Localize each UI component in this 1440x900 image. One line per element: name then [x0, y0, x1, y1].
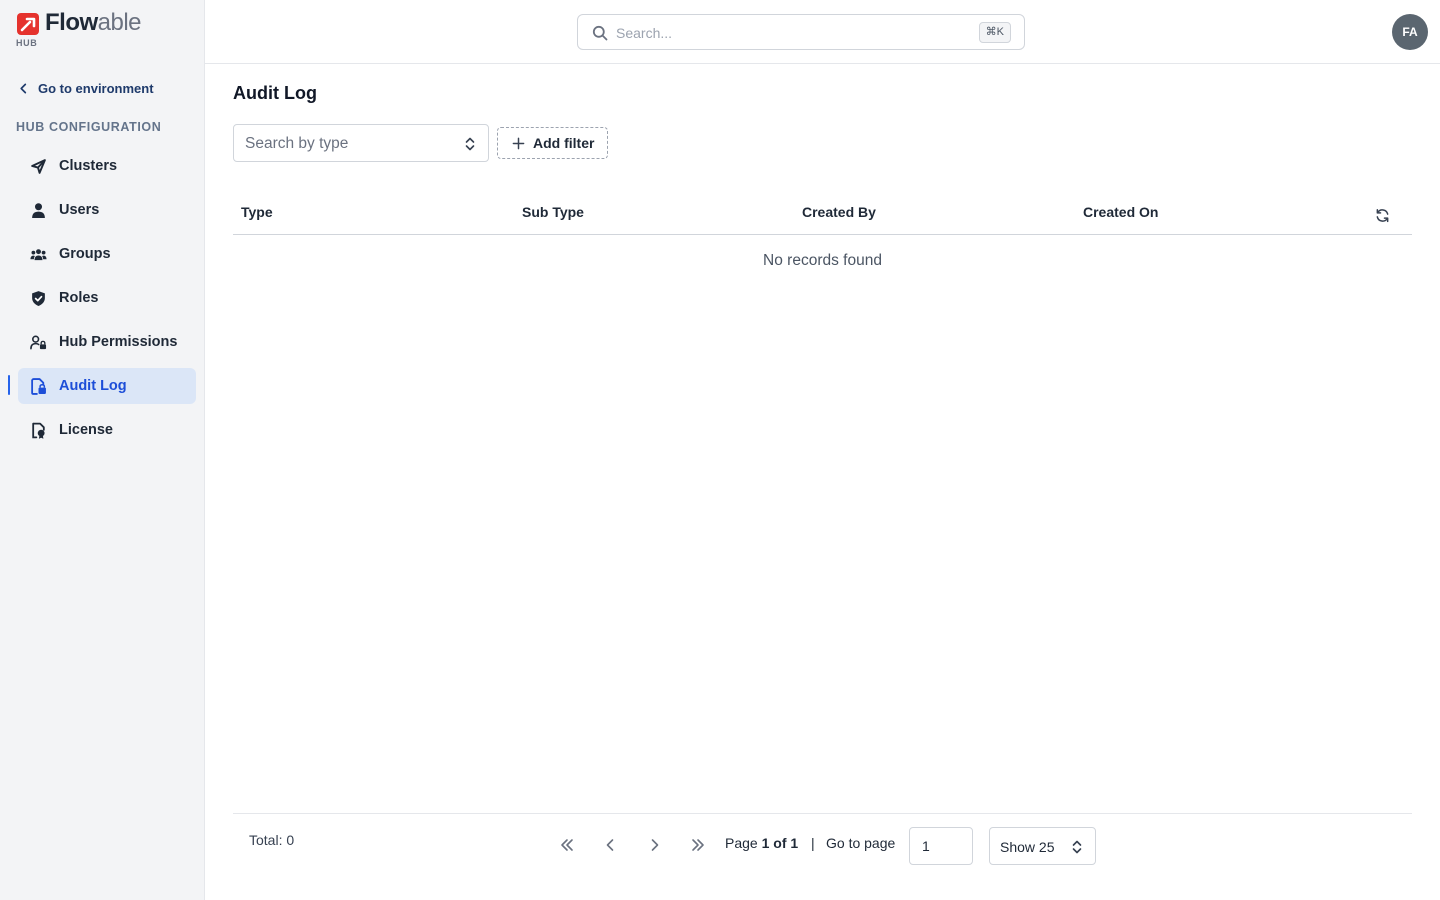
sidebar-item-label: Clusters — [59, 158, 118, 174]
sidebar-item-roles[interactable]: Roles — [18, 280, 196, 316]
sidebar-item-clusters[interactable]: Clusters — [18, 148, 196, 184]
share-nodes-icon — [31, 158, 46, 174]
audit-log-table: Type Sub Type Created By Created On No r… — [233, 190, 1412, 269]
pagination-bar: Total: 0 Page 1 of 1 | Go to page Show 2… — [233, 813, 1412, 900]
sidebar-item-hub-permissions[interactable]: Hub Permissions — [18, 324, 196, 360]
page-size-select[interactable]: Show 25 — [989, 827, 1096, 865]
license-icon — [32, 422, 45, 439]
active-nav-indicator — [8, 375, 10, 395]
sidebar-item-audit-log[interactable]: Audit Log — [18, 368, 196, 404]
go-to-page-input[interactable] — [909, 827, 973, 865]
sidebar-nav: Clusters Users Groups Roles Hub Permissi… — [18, 148, 196, 456]
column-header-sub-type[interactable]: Sub Type — [522, 204, 584, 220]
chevron-left-icon — [20, 83, 27, 93]
logo-wordmark-strong: Flow — [45, 9, 98, 36]
sidebar-item-users[interactable]: Users — [18, 192, 196, 228]
user-avatar[interactable]: FA — [1392, 14, 1428, 50]
sidebar: Flowable HUB Go to environment HUB CONFI… — [0, 0, 205, 900]
pagination-separator: | — [811, 835, 815, 851]
chevron-up-down-icon — [1072, 840, 1082, 854]
chevron-up-down-icon — [465, 137, 475, 151]
sidebar-item-groups[interactable]: Groups — [18, 236, 196, 272]
page-size-value: Show 25 — [1000, 839, 1055, 855]
chevrons-left-icon — [561, 839, 573, 851]
column-header-created-on[interactable]: Created On — [1083, 204, 1158, 220]
sidebar-item-label: Hub Permissions — [59, 334, 178, 350]
page-title: Audit Log — [233, 83, 317, 103]
go-to-environment-link[interactable]: Go to environment — [18, 78, 154, 98]
sidebar-item-label: Users — [59, 202, 100, 218]
total-count: Total: 0 — [249, 832, 295, 848]
next-page-button[interactable] — [644, 834, 666, 856]
search-shortcut-badge: ⌘K — [978, 22, 1011, 43]
top-bar: Search... ⌘K FA — [205, 0, 1440, 64]
logo-wordmark-soft: able — [97, 9, 142, 36]
user-lock-icon — [30, 335, 47, 349]
first-page-button[interactable] — [556, 834, 578, 856]
add-filter-label: Add filter — [533, 135, 595, 151]
previous-page-button[interactable] — [599, 834, 621, 856]
chevrons-right-icon — [692, 839, 704, 851]
sidebar-item-label: Groups — [59, 246, 111, 262]
audit-log-icon — [31, 377, 46, 395]
global-search-input[interactable]: Search... ⌘K — [577, 14, 1025, 50]
page-word: Page — [725, 835, 758, 851]
sidebar-item-label: Audit Log — [59, 378, 127, 394]
logo-wordmark: Flowable — [45, 9, 142, 36]
column-header-created-by[interactable]: Created By — [802, 204, 876, 220]
empty-state-message: No records found — [763, 252, 882, 269]
column-header-type[interactable]: Type — [241, 204, 273, 220]
last-page-button[interactable] — [687, 834, 709, 856]
chevron-left-icon — [606, 839, 614, 851]
logo-subtitle: HUB — [16, 38, 38, 48]
user-icon — [32, 202, 45, 218]
go-to-environment-label: Go to environment — [38, 80, 154, 96]
search-by-type-select[interactable]: Search by type — [233, 124, 489, 162]
sidebar-item-label: Roles — [59, 290, 99, 306]
flowable-logo-icon — [17, 13, 39, 35]
page-indicator: Page 1 of 1 — [725, 835, 798, 851]
search-placeholder: Search... — [616, 25, 673, 41]
type-select-placeholder: Search by type — [245, 135, 349, 152]
table-header: Type Sub Type Created By Created On — [233, 190, 1412, 235]
sidebar-item-license[interactable]: License — [18, 412, 196, 448]
flowable-hub-logo[interactable]: Flowable HUB — [16, 10, 156, 50]
search-icon — [592, 25, 608, 41]
hub-configuration-heading: HUB CONFIGURATION — [16, 120, 162, 134]
plus-icon — [512, 137, 525, 149]
page-current-of-total: 1 of 1 — [761, 835, 799, 851]
sidebar-item-label: License — [59, 422, 113, 438]
refresh-icon[interactable] — [1375, 208, 1390, 223]
add-filter-button[interactable]: Add filter — [497, 127, 608, 159]
go-to-page-label: Go to page — [826, 835, 896, 851]
users-group-icon — [30, 248, 47, 260]
shield-check-icon — [32, 290, 45, 306]
chevron-right-icon — [651, 839, 659, 851]
